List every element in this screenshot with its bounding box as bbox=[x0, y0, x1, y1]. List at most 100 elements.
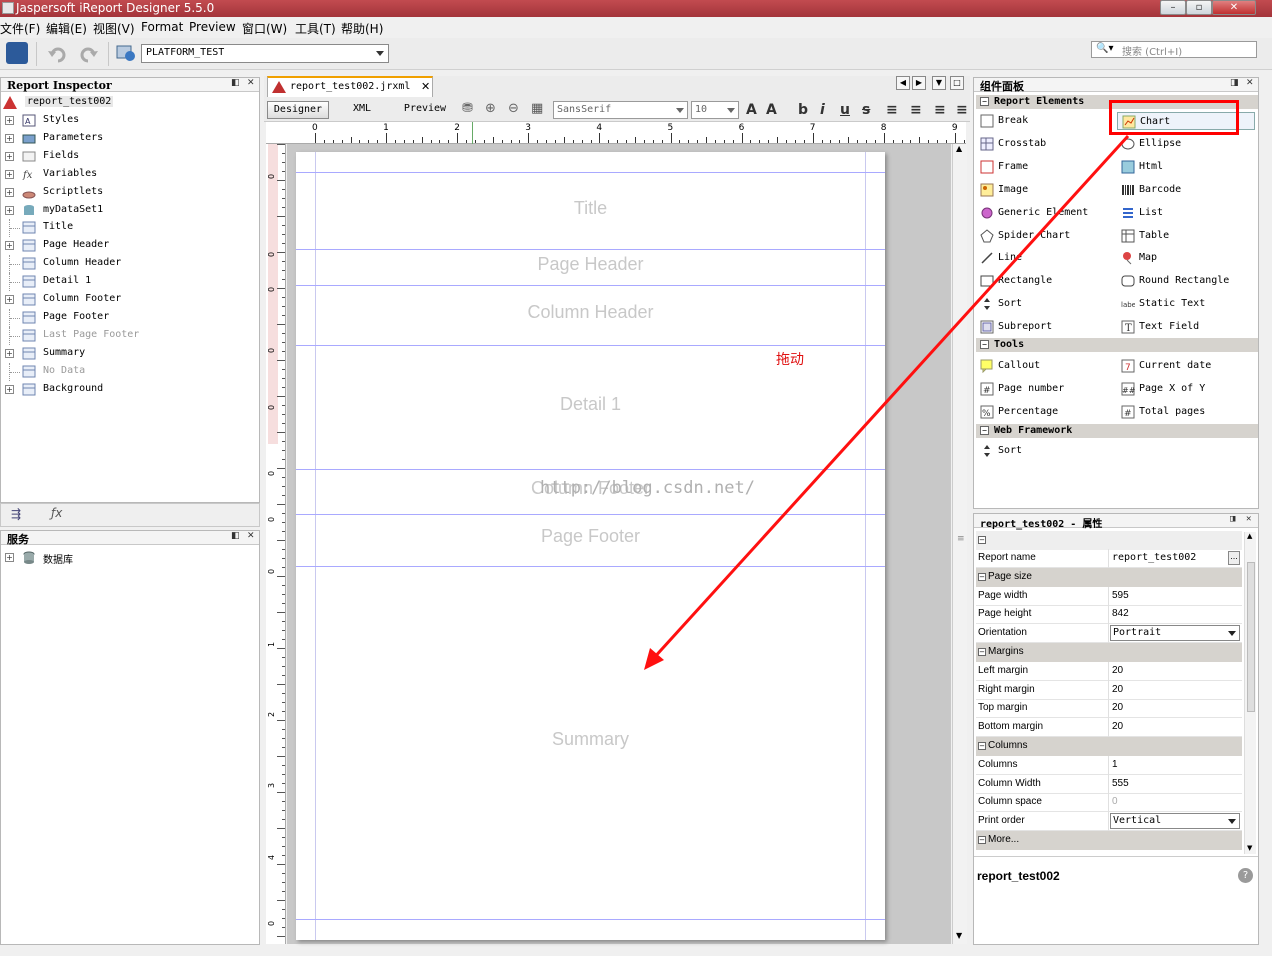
palette-item-line[interactable]: Line bbox=[976, 249, 1114, 267]
redo-icon[interactable] bbox=[78, 44, 100, 66]
palette-item-total-pages[interactable]: # Total pages bbox=[1117, 403, 1255, 421]
tree-item-column-footer[interactable]: + Column Footer bbox=[1, 291, 259, 309]
tree-item-styles[interactable]: + A Styles bbox=[1, 112, 259, 130]
palette-item-generic-element[interactable]: Generic Element bbox=[976, 204, 1114, 222]
expression-tool-icon[interactable]: ƒx bbox=[51, 506, 62, 520]
property-value[interactable]: 20 bbox=[1112, 665, 1123, 676]
expand-icon[interactable]: + bbox=[5, 151, 14, 161]
collapse-icon[interactable]: − bbox=[978, 742, 986, 750]
tab-designer[interactable]: Designer bbox=[267, 101, 329, 119]
tab-preview[interactable]: Preview bbox=[398, 101, 452, 119]
italic-icon[interactable]: i bbox=[820, 102, 825, 118]
tree-item-title[interactable]: Title bbox=[1, 219, 259, 238]
property-select[interactable]: Portrait bbox=[1110, 625, 1240, 642]
align-right-icon[interactable]: ≡ bbox=[934, 102, 946, 118]
undo-icon[interactable] bbox=[46, 44, 68, 66]
property-row-column-space[interactable]: Column space 0 bbox=[976, 793, 1242, 813]
expand-icon[interactable]: + bbox=[5, 348, 14, 358]
menu-item-5[interactable]: 窗口(W) bbox=[242, 20, 287, 37]
services-item-database[interactable]: + 数据库 bbox=[1, 549, 259, 567]
expand-icon[interactable]: + bbox=[5, 241, 14, 251]
property-row-columns[interactable]: Columns 1 bbox=[976, 755, 1242, 775]
scroll-grip-icon[interactable]: ≡ bbox=[957, 534, 965, 544]
tree-item-scriptlets[interactable]: + Scriptlets bbox=[1, 184, 259, 202]
bold-icon[interactable]: b bbox=[798, 102, 808, 118]
palette-item-barcode[interactable]: Barcode bbox=[1117, 181, 1255, 199]
property-value[interactable]: 20 bbox=[1112, 702, 1123, 713]
dataset-tool-icon[interactable]: ⇶ bbox=[11, 507, 21, 521]
property-value[interactable]: 1 bbox=[1112, 759, 1118, 770]
property-value[interactable]: 20 bbox=[1112, 684, 1123, 695]
palette-item-table[interactable]: Table bbox=[1117, 227, 1255, 245]
menu-item-4[interactable]: Preview bbox=[189, 20, 236, 34]
strikethrough-icon[interactable]: s bbox=[862, 102, 870, 118]
menu-item-2[interactable]: 视图(V) bbox=[93, 20, 135, 37]
datasource-select[interactable]: PLATFORM_TEST bbox=[141, 44, 389, 63]
palette-item-round-rectangle[interactable]: Round Rectangle bbox=[1117, 272, 1255, 290]
help-icon[interactable]: ? bbox=[1238, 868, 1253, 883]
collapse-icon[interactable]: − bbox=[980, 97, 989, 106]
tree-item-last-page-footer[interactable]: Last Page Footer bbox=[1, 326, 259, 345]
properties-collapse-row[interactable]: − bbox=[976, 531, 1242, 550]
menu-item-0[interactable]: 文件(F) bbox=[0, 20, 40, 37]
minimize-panel-icon[interactable]: ◨ bbox=[1230, 78, 1239, 88]
close-window-button[interactable]: ✕ bbox=[1212, 0, 1256, 15]
scroll-down-icon[interactable]: ▼ bbox=[956, 931, 962, 940]
tab-list-icon[interactable]: ▼ bbox=[932, 76, 946, 90]
report-page[interactable]: Title Page Header Column Header Detail 1 Col… bbox=[296, 152, 885, 940]
increase-font-icon[interactable]: A bbox=[746, 102, 757, 118]
property-row-top-margin[interactable]: Top margin 20 bbox=[976, 699, 1242, 719]
property-row-column-width[interactable]: Column Width 555 bbox=[976, 774, 1242, 794]
palette-item-map[interactable]: Map bbox=[1117, 249, 1255, 267]
property-row-page-width[interactable]: Page width 595 bbox=[976, 586, 1242, 606]
canvas-scrollbar[interactable]: ▲ ≡ ▼ bbox=[952, 144, 967, 944]
align-center-icon[interactable]: ≡ bbox=[910, 102, 922, 118]
property-row-orientation[interactable]: Orientation Portrait bbox=[976, 624, 1242, 644]
tree-item-background[interactable]: + Background bbox=[1, 381, 259, 399]
palette-item-break[interactable]: Break bbox=[976, 112, 1114, 130]
palette-item-page-number[interactable]: # Page number bbox=[976, 380, 1114, 398]
expand-icon[interactable]: + bbox=[5, 169, 14, 179]
menu-item-7[interactable]: 帮助(H) bbox=[341, 20, 383, 37]
palette-item-page-x-of-y[interactable]: ## Page X of Y bbox=[1117, 380, 1255, 398]
expand-icon[interactable]: + bbox=[5, 187, 14, 197]
property-row-left-margin[interactable]: Left margin 20 bbox=[976, 661, 1242, 681]
palette-item-chart[interactable]: Chart bbox=[1117, 112, 1255, 130]
properties-scrollbar[interactable]: ▲ ▼ bbox=[1244, 532, 1256, 854]
palette-item-static-text[interactable]: labelStatic Text bbox=[1117, 295, 1255, 313]
style-icon[interactable]: ▦ bbox=[531, 101, 543, 116]
property-value[interactable]: 595 bbox=[1112, 590, 1129, 601]
palette-category-web-framework[interactable]: − Web Framework bbox=[976, 424, 1258, 438]
property-row-right-margin[interactable]: Right margin 20 bbox=[976, 680, 1242, 700]
ellipsis-button[interactable]: ... bbox=[1228, 551, 1240, 565]
collapse-icon[interactable]: − bbox=[978, 572, 986, 581]
tab-next-icon[interactable]: ▶ bbox=[912, 76, 926, 90]
minimize-panel-icon[interactable]: ◧ bbox=[231, 531, 240, 541]
tree-item-parameters[interactable]: + Parameters bbox=[1, 130, 259, 148]
scroll-up-icon[interactable]: ▲ bbox=[1247, 532, 1252, 540]
band-page-header[interactable]: Page Header bbox=[296, 254, 885, 275]
minimize-panel-icon[interactable]: ◨ bbox=[1230, 514, 1235, 524]
palette-item-percentage[interactable]: % Percentage bbox=[976, 403, 1114, 421]
expand-icon[interactable]: + bbox=[5, 205, 14, 215]
tree-item-page-footer[interactable]: Page Footer bbox=[1, 308, 259, 327]
tree-item-mydataset1[interactable]: + myDataSet1 bbox=[1, 202, 259, 220]
property-group-columns[interactable]: − Columns bbox=[976, 737, 1242, 756]
palette-item-sort[interactable]: Sort bbox=[976, 442, 1114, 460]
zoom-in-icon[interactable]: ⊕ bbox=[485, 101, 496, 116]
collapse-icon[interactable]: − bbox=[980, 340, 989, 349]
property-group-page-size[interactable]: − Page size bbox=[976, 567, 1242, 587]
palette-item-frame[interactable]: Frame bbox=[976, 158, 1114, 176]
tab-xml[interactable]: XML bbox=[340, 101, 384, 119]
close-panel-icon[interactable]: ✕ bbox=[1246, 514, 1251, 524]
palette-item-ellipse[interactable]: Ellipse bbox=[1117, 135, 1255, 153]
palette-category-tools[interactable]: − Tools bbox=[976, 338, 1258, 352]
band-title[interactable]: Title bbox=[296, 198, 885, 219]
tree-item-detail-1[interactable]: Detail 1 bbox=[1, 273, 259, 292]
tree-item-column-header[interactable]: Column Header bbox=[1, 255, 259, 274]
palette-category-report-elements[interactable]: − Report Elements bbox=[976, 95, 1258, 109]
palette-item-list[interactable]: List bbox=[1117, 204, 1255, 222]
collapse-icon[interactable]: − bbox=[978, 648, 986, 656]
zoom-fit-icon[interactable]: ⛃ bbox=[462, 101, 473, 116]
scroll-thumb[interactable] bbox=[1247, 562, 1255, 712]
